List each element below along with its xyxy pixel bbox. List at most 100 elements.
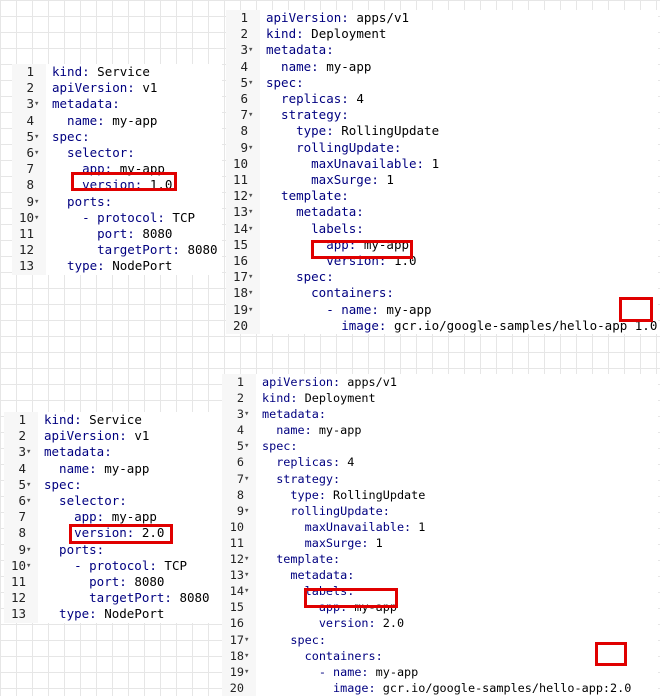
fold-toggle-icon[interactable]: ▾: [248, 302, 260, 318]
code-line: 1 apiVersion: apps/v1: [226, 10, 658, 27]
line-number: 3: [240, 42, 248, 58]
fold-toggle-icon[interactable]: ▾: [244, 471, 256, 487]
fold-toggle-icon[interactable]: ▾: [244, 664, 256, 680]
fold-toggle-icon[interactable]: ▾: [244, 583, 256, 599]
code-text: spec:: [266, 269, 334, 285]
code-line: 8 type: RollingUpdate: [226, 123, 658, 140]
code-text: image: gcr.io/google-samples/hello-app:2…: [262, 680, 632, 695]
fold-toggle-icon[interactable]: ▾: [26, 542, 38, 558]
line-gutter: 4: [12, 112, 46, 129]
code-text: replicas: 4: [266, 91, 364, 107]
line-gutter: 1: [226, 10, 260, 27]
line-gutter: 8: [4, 525, 38, 542]
code-line: 13 ▾ metadata:: [222, 567, 658, 584]
line-number: 4: [236, 423, 244, 438]
fold-toggle-icon[interactable]: ▾: [244, 567, 256, 583]
code-text: metadata:: [266, 42, 334, 58]
line-gutter: 5 ▾: [222, 438, 256, 455]
line-gutter: 9 ▾: [12, 193, 46, 210]
code-text: ports:: [52, 193, 113, 209]
line-gutter: 5 ▾: [4, 476, 38, 494]
fold-toggle-icon[interactable]: ▾: [244, 406, 256, 422]
code-text: port: 8080: [52, 226, 173, 242]
fold-toggle-icon[interactable]: ▾: [248, 269, 260, 285]
code-text: maxUnavailable: 1: [262, 519, 426, 534]
code-line: 10 ▾ - protocol: TCP: [12, 209, 222, 227]
line-gutter: 3 ▾: [226, 42, 260, 59]
fold-toggle-icon[interactable]: ▾: [34, 210, 46, 226]
fold-toggle-icon[interactable]: ▾: [248, 221, 260, 237]
code-text: spec:: [262, 439, 298, 454]
code-text: spec:: [52, 128, 90, 144]
code-text: apiVersion: v1: [52, 80, 158, 96]
line-number: 14: [232, 220, 248, 236]
fold-toggle-icon[interactable]: ▾: [34, 145, 46, 161]
line-number: 6: [18, 493, 26, 509]
line-number: 11: [229, 535, 244, 550]
code-line: 14 ▾ labels:: [226, 220, 658, 237]
code-line: 12 targetPort: 8080: [12, 242, 222, 259]
line-gutter: 15: [226, 236, 260, 254]
line-gutter: 6: [222, 454, 256, 471]
code-text: type: NodePort: [44, 606, 165, 622]
line-number: 10: [229, 519, 244, 534]
line-gutter: 10 ▾: [4, 557, 38, 575]
fold-toggle-icon[interactable]: ▾: [248, 140, 260, 156]
fold-toggle-icon[interactable]: ▾: [244, 503, 256, 519]
code-text: apiVersion: v1: [44, 428, 150, 444]
code-text: kind: Service: [44, 412, 142, 427]
fold-toggle-icon[interactable]: ▾: [26, 493, 38, 509]
line-number: 7: [236, 471, 244, 486]
code-text: name: my-app: [266, 58, 372, 74]
fold-toggle-icon[interactable]: ▾: [244, 551, 256, 567]
fold-toggle-icon[interactable]: ▾: [244, 438, 256, 454]
fold-toggle-icon[interactable]: ▾: [26, 477, 38, 493]
line-gutter: 2: [222, 390, 256, 407]
line-number: 17: [232, 269, 248, 285]
fold-toggle-icon[interactable]: ▾: [248, 188, 260, 204]
fold-toggle-icon[interactable]: ▾: [34, 96, 46, 112]
fold-toggle-icon[interactable]: ▾: [26, 558, 38, 574]
code-line: 15 app: my-app: [226, 236, 658, 254]
line-number: 8: [236, 487, 244, 502]
line-number: 7: [240, 107, 248, 123]
code-line: 4 name: my-app: [226, 58, 658, 75]
fold-toggle-icon[interactable]: ▾: [248, 75, 260, 91]
line-gutter: 8: [222, 486, 256, 503]
line-gutter: 6: [226, 91, 260, 108]
code-text: version: 1.0: [266, 253, 417, 269]
line-number: 5: [18, 476, 26, 492]
fold-toggle-icon[interactable]: ▾: [248, 107, 260, 123]
line-number: 10: [232, 155, 248, 171]
fold-toggle-icon[interactable]: ▾: [248, 285, 260, 301]
fold-toggle-icon[interactable]: ▾: [26, 444, 38, 460]
code-line: 1 kind: Service: [12, 64, 222, 81]
fold-toggle-icon[interactable]: ▾: [34, 129, 46, 145]
code-text: template:: [266, 188, 349, 204]
line-number: 18: [229, 648, 244, 663]
code-text: maxSurge: 1: [266, 172, 394, 188]
code-line: 7 app: my-app: [4, 509, 222, 526]
line-gutter: 12: [12, 242, 46, 259]
code-line: 5 ▾ spec:: [4, 476, 222, 494]
code-text: type: RollingUpdate: [262, 487, 426, 502]
fold-toggle-icon[interactable]: ▾: [248, 42, 260, 58]
fold-toggle-icon[interactable]: ▾: [244, 632, 256, 648]
code-line: 5 ▾ spec:: [222, 438, 658, 455]
line-number: 12: [10, 590, 26, 606]
code-line: 6 ▾ selector:: [4, 493, 222, 510]
fold-toggle-icon[interactable]: ▾: [248, 204, 260, 220]
fold-toggle-icon[interactable]: ▾: [244, 648, 256, 664]
code-line: 17 ▾ spec:: [226, 269, 658, 286]
line-number: 11: [10, 574, 26, 590]
code-line: 2 kind: Deployment: [226, 26, 658, 43]
code-line: 10 ▾ - protocol: TCP: [4, 557, 222, 575]
fold-toggle-icon[interactable]: ▾: [34, 194, 46, 210]
